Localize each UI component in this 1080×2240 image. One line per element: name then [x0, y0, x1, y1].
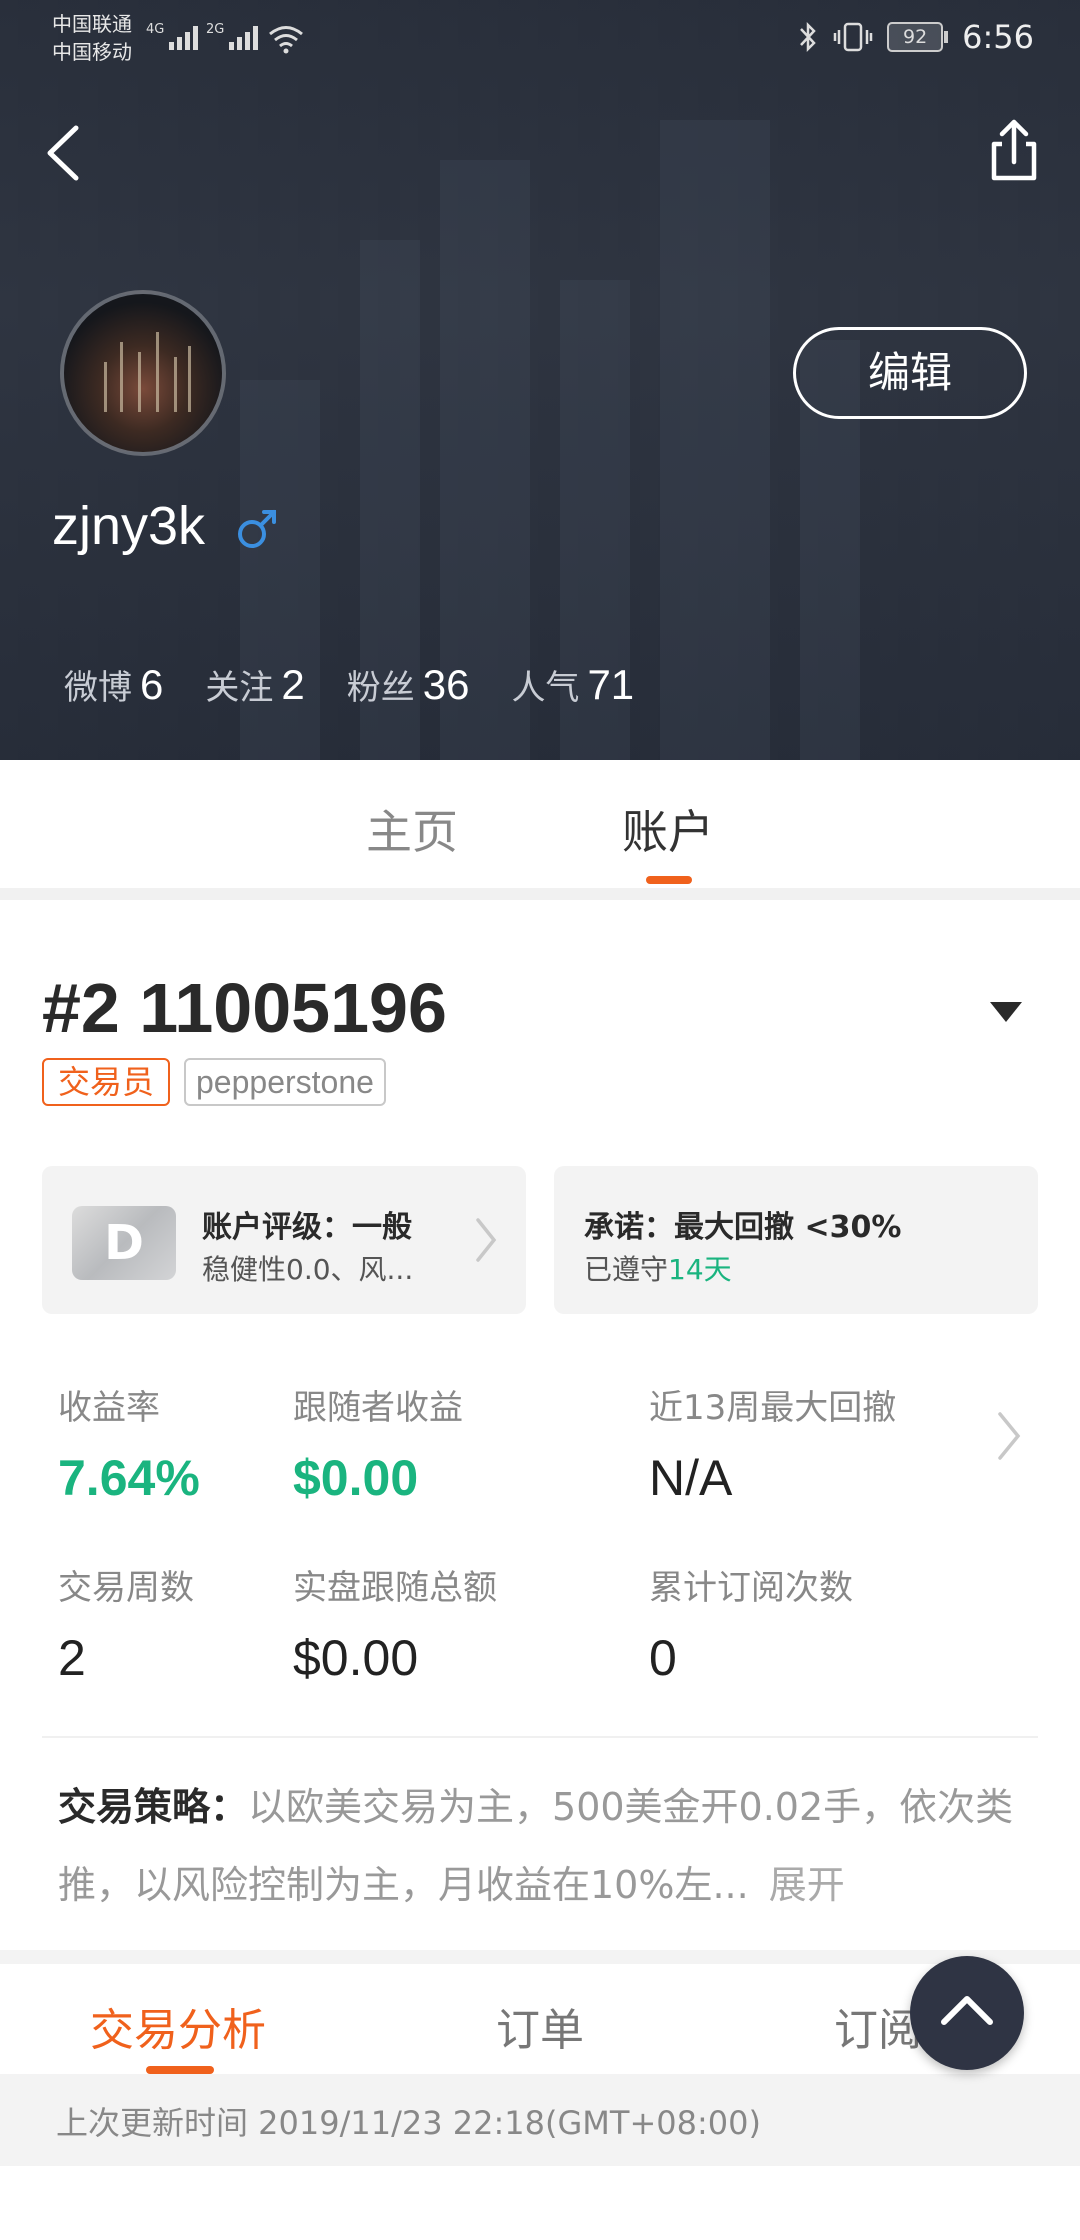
promise-kept-label: 已遵守 [584, 1253, 669, 1286]
signal-1-icon: 4G [146, 22, 199, 50]
stat-label: 关注 [205, 668, 274, 708]
chevron-right-icon [476, 1218, 497, 1262]
dropdown-triangle-icon[interactable] [986, 998, 1026, 1026]
update-bar: 上次更新时间 2019/11/23 22:18(GMT+08:00) [0, 2074, 1080, 2166]
profile-header: 中国联通 中国移动 4G 2G 92 6:56 编辑 zjny3k 微博 6 关… [0, 0, 1080, 760]
metric-label: 收益率 [58, 1388, 160, 1428]
stat-value: 36 [422, 661, 470, 708]
carrier-2: 中国移动 [52, 40, 132, 64]
metric-return-rate: 收益率 7.64% [58, 1380, 200, 1507]
broker-badge: pepperstone [184, 1058, 386, 1106]
trading-strategy: 交易策略：以欧美交易为主，500美金开0.02手，依次类推，以风险控制为主，月收… [58, 1768, 1028, 1924]
stat-label: 微博 [64, 668, 132, 708]
promise-kept-days: 14天 [668, 1253, 732, 1286]
tab-trade-analysis[interactable]: 交易分析 [90, 1994, 266, 2058]
tab-orders[interactable]: 订单 [496, 1994, 584, 2058]
chevron-right-icon[interactable] [994, 1408, 1024, 1464]
status-bar: 中国联通 中国移动 4G 2G 92 6:56 [0, 0, 1080, 80]
metric-value: $0.00 [293, 1450, 419, 1506]
stat-value: 71 [587, 661, 635, 708]
stat-value: 2 [281, 661, 305, 708]
metric-label: 近13周最大回撤 [649, 1388, 897, 1428]
vibrate-icon [833, 22, 873, 52]
network-type-2: 2G [206, 22, 225, 37]
last-updated-text: 上次更新时间 2019/11/23 22:18(GMT+08:00) [56, 2104, 761, 2142]
carrier-names: 中国联通 中国移动 [52, 10, 132, 66]
stat-label: 人气 [511, 668, 580, 708]
promise-card[interactable]: 承诺：最大回撤 <30% 已遵守14天 [554, 1166, 1038, 1314]
metric-label: 跟随者收益 [293, 1388, 463, 1428]
stat-label: 粉丝 [346, 668, 415, 708]
metric-trade-weeks: 交易周数 2 [58, 1560, 194, 1687]
metric-max-drawdown[interactable]: 近13周最大回撤 N/A [649, 1380, 896, 1507]
battery-icon: 92 [887, 22, 949, 52]
role-badge: 交易员 [42, 1058, 171, 1106]
battery-level: 92 [887, 22, 944, 52]
edit-profile-button[interactable]: 编辑 [793, 327, 1027, 419]
chevron-up-icon [941, 1996, 993, 2025]
rating-title: 账户评级：一般 [202, 1210, 412, 1245]
stat-following[interactable]: 关注 2 [205, 660, 304, 709]
promise-title: 承诺：最大回撤 <30% [584, 1210, 902, 1245]
scroll-to-top-button[interactable] [910, 1956, 1024, 2070]
avatar[interactable] [60, 290, 226, 456]
status-right: 92 6:56 [797, 18, 1034, 56]
network-type-1: 4G [146, 22, 165, 37]
metric-value: 7.64% [58, 1450, 200, 1506]
bluetooth-icon [800, 21, 816, 53]
carrier-1: 中国联通 [52, 12, 132, 36]
section-divider [0, 888, 1080, 900]
male-icon [238, 510, 276, 548]
share-icon[interactable] [984, 116, 1044, 186]
profile-tabs: 主页 账户 [0, 760, 1080, 888]
profile-stats: 微博 6 关注 2 粉丝 36 人气 71 [64, 660, 634, 709]
metric-follower-profit: 跟随者收益 $0.00 [293, 1380, 463, 1507]
metric-follow-total: 实盘跟随总额 $0.00 [293, 1560, 497, 1687]
active-subtab-indicator [146, 2066, 214, 2074]
account-rating-card[interactable]: D 账户评级：一般 稳健性0.0、风... [42, 1166, 526, 1314]
account-id: #2 11005196 [42, 969, 447, 1047]
stat-followers[interactable]: 粉丝 36 [347, 660, 470, 709]
signal-2-icon: 2G [206, 22, 259, 50]
metric-value: 2 [58, 1630, 86, 1686]
metric-label: 交易周数 [58, 1568, 194, 1608]
tab-home[interactable]: 主页 [366, 796, 458, 862]
back-arrow-icon[interactable] [36, 118, 96, 188]
metric-value: $0.00 [293, 1630, 419, 1686]
stat-popularity: 人气 71 [511, 660, 634, 709]
wifi-icon [269, 26, 303, 54]
strategy-label: 交易策略： [58, 1785, 249, 1829]
grade-badge: D [72, 1206, 176, 1280]
active-tab-indicator [646, 876, 692, 884]
stat-weibo[interactable]: 微博 6 [64, 660, 163, 709]
metric-subscription-count: 累计订阅次数 0 [649, 1560, 853, 1687]
metric-value: 0 [649, 1630, 677, 1686]
username: zjny3k [52, 496, 206, 556]
stat-value: 6 [140, 661, 164, 708]
metric-label: 累计订阅次数 [649, 1568, 853, 1608]
clock: 6:56 [962, 18, 1034, 56]
divider [42, 1736, 1038, 1738]
expand-link[interactable]: 展开 [769, 1863, 845, 1907]
tab-account[interactable]: 账户 [622, 796, 714, 862]
metric-label: 实盘跟随总额 [293, 1568, 497, 1608]
metric-value: N/A [649, 1450, 733, 1506]
background-decoration [660, 120, 770, 760]
rating-subtitle: 稳健性0.0、风... [202, 1253, 414, 1286]
promise-status: 已遵守14天 [584, 1248, 732, 1288]
